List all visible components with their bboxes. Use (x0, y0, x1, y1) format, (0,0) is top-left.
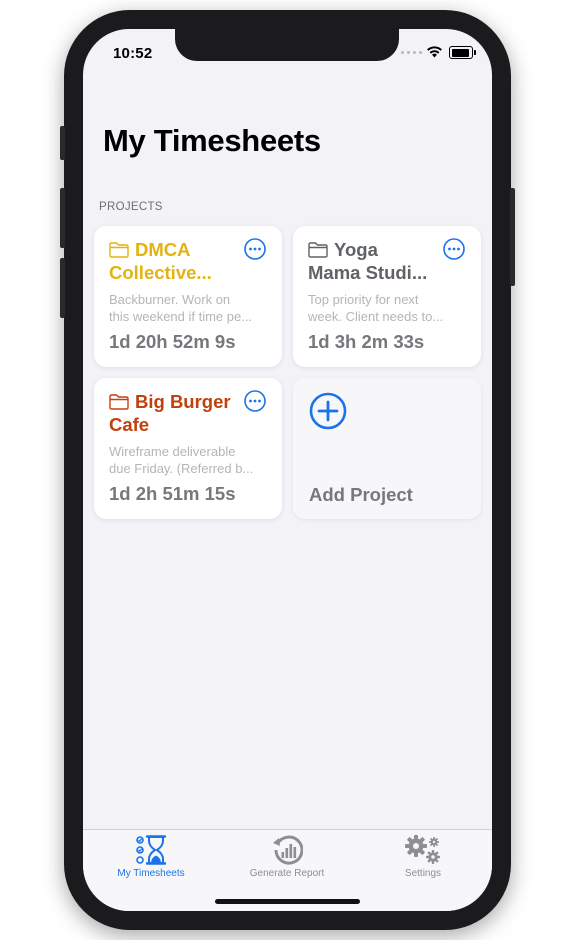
project-name-line1: DMCA (135, 239, 191, 260)
volume-up-button (60, 188, 65, 248)
project-card-yoga[interactable]: Yoga Mama Studi... Top priority for next… (293, 226, 481, 367)
project-description: Top priority for next week. Client needs… (308, 291, 470, 325)
volume-down-button (60, 258, 65, 318)
tab-generate-report[interactable]: Generate Report (219, 834, 355, 879)
more-options-icon[interactable] (244, 390, 266, 412)
project-name: DMCA Collective... (109, 238, 249, 284)
add-project-button[interactable]: Add Project (293, 378, 481, 519)
project-description: Wireframe deliverable due Friday. (Refer… (109, 443, 271, 477)
report-history-icon (273, 835, 303, 865)
project-name-line1: Yoga (334, 239, 378, 260)
project-total-time: 1d 3h 2m 33s (308, 331, 425, 352)
project-description-line2: due Friday. (Referred b... (109, 461, 254, 476)
add-project-label: Add Project (309, 484, 413, 505)
page-title: My Timesheets (103, 123, 321, 158)
cellular-signal-icon (401, 51, 422, 54)
tab-settings[interactable]: Settings (355, 834, 491, 879)
project-name-line2: Collective... (109, 262, 212, 283)
project-name: Big Burger Cafe (109, 390, 249, 436)
project-total-time: 1d 2h 51m 15s (109, 483, 236, 504)
project-name-line2: Mama Studi... (308, 262, 428, 283)
project-name-line1: Big Burger (135, 391, 231, 412)
folder-icon (109, 242, 129, 258)
power-button (510, 188, 515, 286)
notch (175, 29, 399, 61)
project-card-big-burger[interactable]: Big Burger Cafe Wireframe deliverable du… (94, 378, 282, 519)
gears-icon (405, 835, 440, 864)
folder-icon (109, 394, 129, 410)
project-description-line2: week. Client needs to... (308, 309, 444, 324)
tab-my-timesheets[interactable]: My Timesheets (83, 834, 219, 879)
section-header-projects: PROJECTS (99, 201, 163, 213)
project-description-line1: Wireframe deliverable (109, 444, 236, 459)
tab-label: Settings (404, 868, 442, 879)
hourglass-checklist-icon (136, 835, 167, 865)
folder-icon (308, 242, 328, 258)
add-circle-icon (309, 392, 347, 430)
tab-label: My Timesheets (117, 868, 185, 879)
more-options-icon[interactable] (244, 238, 266, 260)
project-description-line2: this weekend if time pe... (109, 309, 253, 324)
project-name: Yoga Mama Studi... (308, 238, 448, 284)
mute-switch (60, 126, 65, 160)
project-card-dmca[interactable]: DMCA Collective... Backburner. Work on t… (94, 226, 282, 367)
project-description: Backburner. Work on this weekend if time… (109, 291, 271, 325)
wifi-icon (427, 46, 442, 58)
project-total-time: 1d 20h 52m 9s (109, 331, 236, 352)
project-description-line1: Top priority for next (308, 292, 419, 307)
screen: 10:52 My Timesheets PROJECTS DMCA Collec… (83, 29, 492, 911)
tab-label: Generate Report (249, 868, 325, 879)
project-description-line1: Backburner. Work on (109, 292, 231, 307)
home-indicator (215, 899, 360, 904)
status-time: 10:52 (113, 45, 153, 62)
more-options-icon[interactable] (443, 238, 465, 260)
battery-icon (449, 46, 476, 59)
project-name-line2: Cafe (109, 414, 150, 435)
